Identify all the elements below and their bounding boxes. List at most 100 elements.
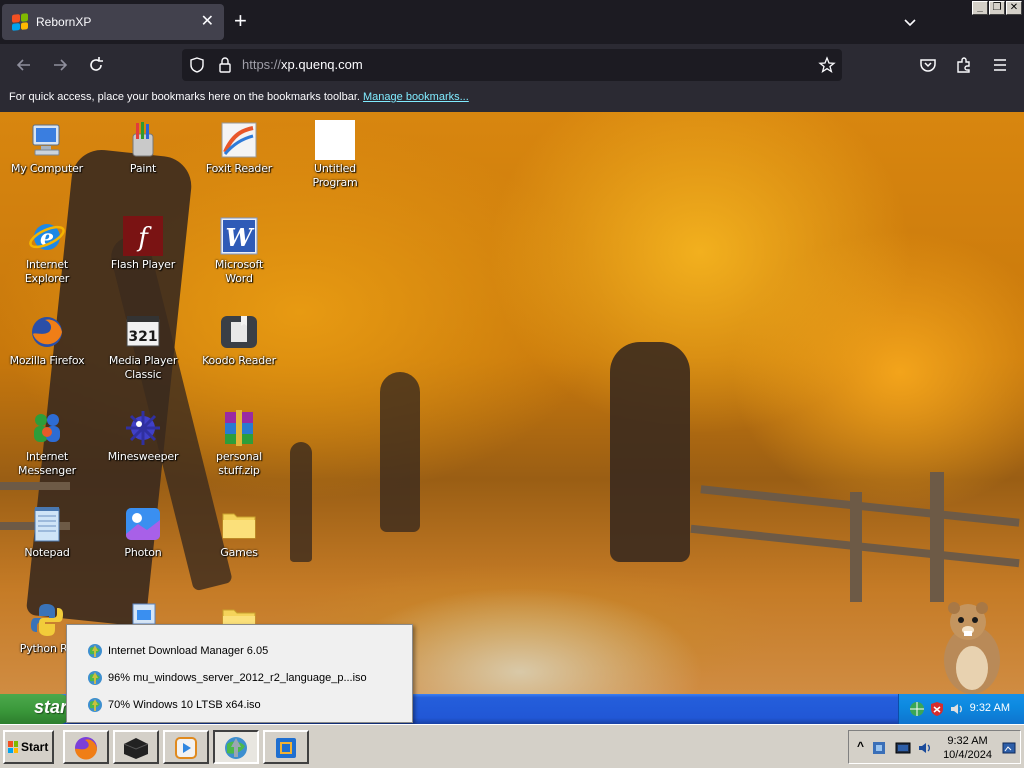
desktop-icon-label: Untitled Program — [312, 162, 358, 189]
hamburger-menu-icon[interactable] — [990, 55, 1010, 75]
desktop-icon-flash-player[interactable]: f Flash Player — [105, 216, 181, 272]
download-item[interactable]: 70% Windows 10 LTSB x64.iso — [87, 696, 261, 714]
hamster-mascot-icon[interactable] — [928, 598, 1008, 698]
host-clock[interactable]: 9:32 AM 10/4/2024 — [943, 734, 992, 762]
wallpaper-tree-trunk — [290, 442, 312, 562]
download-item[interactable]: Internet Download Manager 6.05 — [87, 642, 268, 660]
virtualbox-icon — [276, 738, 296, 758]
tray-expand-arrow-icon[interactable]: ^ — [857, 739, 864, 753]
taskbar-app-download-manager[interactable] — [213, 730, 259, 764]
desktop-icon-label: Foxit Reader — [205, 162, 273, 175]
desktop-icon-koodo-reader[interactable]: Koodo Reader — [201, 312, 277, 368]
security-shield-icon[interactable] — [929, 701, 945, 717]
reload-icon[interactable] — [86, 55, 106, 75]
bookmark-star-icon[interactable] — [818, 56, 836, 74]
foxit-reader-icon — [219, 120, 259, 160]
url-scheme: https:// — [242, 57, 282, 72]
desktop-icon-label: Games — [220, 546, 258, 559]
desktop-icon-personal-stuff-zip[interactable]: personal stuff.zip — [201, 408, 277, 478]
tab-list-chevron-icon[interactable] — [902, 14, 918, 30]
xp-system-tray: 9:32 AM — [898, 694, 1024, 724]
desktop-icon-photon[interactable]: Photon — [105, 504, 181, 560]
network-globe-icon[interactable] — [909, 701, 925, 717]
desktop-icon-internet-messenger[interactable]: Internet Messenger — [9, 408, 85, 478]
navigation-toolbar: https://xp.quenq.com — [0, 44, 1024, 86]
minesweeper-icon — [123, 408, 163, 448]
desktop-icon-label: Internet Messenger — [18, 450, 76, 477]
desktop-icon-label: Paint — [129, 162, 157, 175]
desktop-icon-minesweeper[interactable]: Minesweeper — [105, 408, 181, 464]
desktop-icon-notepad[interactable]: Notepad — [9, 504, 85, 560]
url-bar[interactable]: https://xp.quenq.com — [182, 49, 842, 81]
desktop-icon-microsoft-word[interactable]: W Microsoft Word — [201, 216, 277, 286]
desktop-icon-label: personal stuff.zip — [216, 450, 262, 477]
wallpaper-tree-trunk — [380, 372, 420, 532]
folder-icon — [219, 504, 259, 544]
idm-globe-icon — [88, 644, 102, 658]
desktop-icon-label: Koodo Reader — [202, 354, 276, 367]
lock-icon[interactable] — [216, 56, 234, 74]
idm-globe-icon — [88, 671, 102, 685]
desktop-icon-my-computer[interactable]: My Computer — [9, 120, 85, 176]
idm-globe-icon — [88, 698, 102, 712]
messenger-icon — [27, 408, 67, 448]
desktop-icon-media-player-classic[interactable]: 321 Media Player Classic — [105, 312, 181, 382]
desktop-icon-label: Internet Explorer — [24, 258, 70, 285]
desktop-icon-internet-explorer[interactable]: e Internet Explorer — [9, 216, 85, 286]
python-icon — [27, 600, 67, 640]
manage-bookmarks-link[interactable]: Manage bookmarks... — [363, 91, 469, 103]
computer-icon — [27, 120, 67, 160]
windows-flag-icon — [8, 741, 18, 753]
back-arrow-icon[interactable] — [14, 55, 34, 75]
bookmarks-toolbar: For quick access, place your bookmarks h… — [0, 86, 1024, 112]
host-start-button[interactable]: Start — [3, 730, 54, 764]
windows-xp-logo-icon — [12, 13, 28, 31]
forward-arrow-icon[interactable] — [50, 55, 70, 75]
show-desktop-icon[interactable] — [1002, 741, 1016, 755]
taskbar-app-firefox[interactable] — [63, 730, 109, 764]
firefox-icon — [75, 737, 98, 760]
svg-text:W: W — [226, 223, 255, 252]
desktop-icon-label: Flash Player — [110, 258, 176, 271]
tab-rebornxp[interactable]: RebornXP ✕ — [2, 4, 224, 40]
download-item-label: 70% Windows 10 LTSB x64.iso — [108, 699, 261, 711]
desktop-icon-untitled-program[interactable]: Untitled Program — [297, 120, 373, 190]
tray-app-icon[interactable] — [871, 740, 887, 756]
desktop-icon-games[interactable]: Games — [201, 504, 277, 560]
taskbar-app-virtualbox[interactable] — [263, 730, 309, 764]
url-text[interactable]: https://xp.quenq.com — [242, 57, 363, 72]
winrar-archive-icon — [219, 408, 259, 448]
desktop-icon-foxit-reader[interactable]: Foxit Reader — [201, 120, 277, 176]
xp-start-button[interactable]: start — [0, 694, 73, 724]
desktop-icon-paint[interactable]: Paint — [105, 120, 181, 176]
new-tab-button[interactable]: + — [234, 10, 247, 32]
taskbar-app-media-player[interactable] — [163, 730, 209, 764]
extensions-puzzle-icon[interactable] — [954, 55, 974, 75]
minimize-button[interactable]: _ — [972, 1, 988, 15]
desktop-icon-label: My Computer — [11, 162, 83, 175]
tab-strip: RebornXP ✕ + _ ❐ ✕ — [0, 0, 1024, 44]
word-icon: W — [219, 216, 259, 256]
taskbar-app-terminal[interactable] — [113, 730, 159, 764]
desktop-icon-label: Notepad — [24, 546, 70, 559]
media-player-icon — [175, 737, 197, 759]
desktop-icon-label: Microsoft Word — [214, 258, 264, 285]
download-item[interactable]: 96% mu_windows_server_2012_r2_language_p… — [87, 669, 367, 687]
pocket-icon[interactable] — [918, 55, 938, 75]
volume-icon[interactable] — [917, 740, 933, 756]
tab-title: RebornXP — [36, 15, 92, 29]
host-start-label: Start — [21, 740, 49, 754]
restore-button[interactable]: ❐ — [989, 1, 1005, 15]
close-window-button[interactable]: ✕ — [1006, 1, 1022, 15]
host-clock-date: 10/4/2024 — [943, 749, 992, 761]
desktop-icon-label: Photon — [124, 546, 162, 559]
koodo-reader-icon — [219, 312, 259, 352]
desktop-icon-label: Media Player Classic — [108, 354, 178, 381]
volume-icon[interactable] — [949, 701, 965, 717]
tab-close-icon[interactable]: ✕ — [201, 14, 214, 30]
xp-clock[interactable]: 9:32 AM — [970, 702, 1010, 714]
monitor-icon[interactable] — [895, 740, 911, 756]
wallpaper-tree-trunk — [610, 342, 690, 562]
shield-icon[interactable] — [188, 56, 206, 74]
desktop-icon-mozilla-firefox[interactable]: Mozilla Firefox — [9, 312, 85, 368]
